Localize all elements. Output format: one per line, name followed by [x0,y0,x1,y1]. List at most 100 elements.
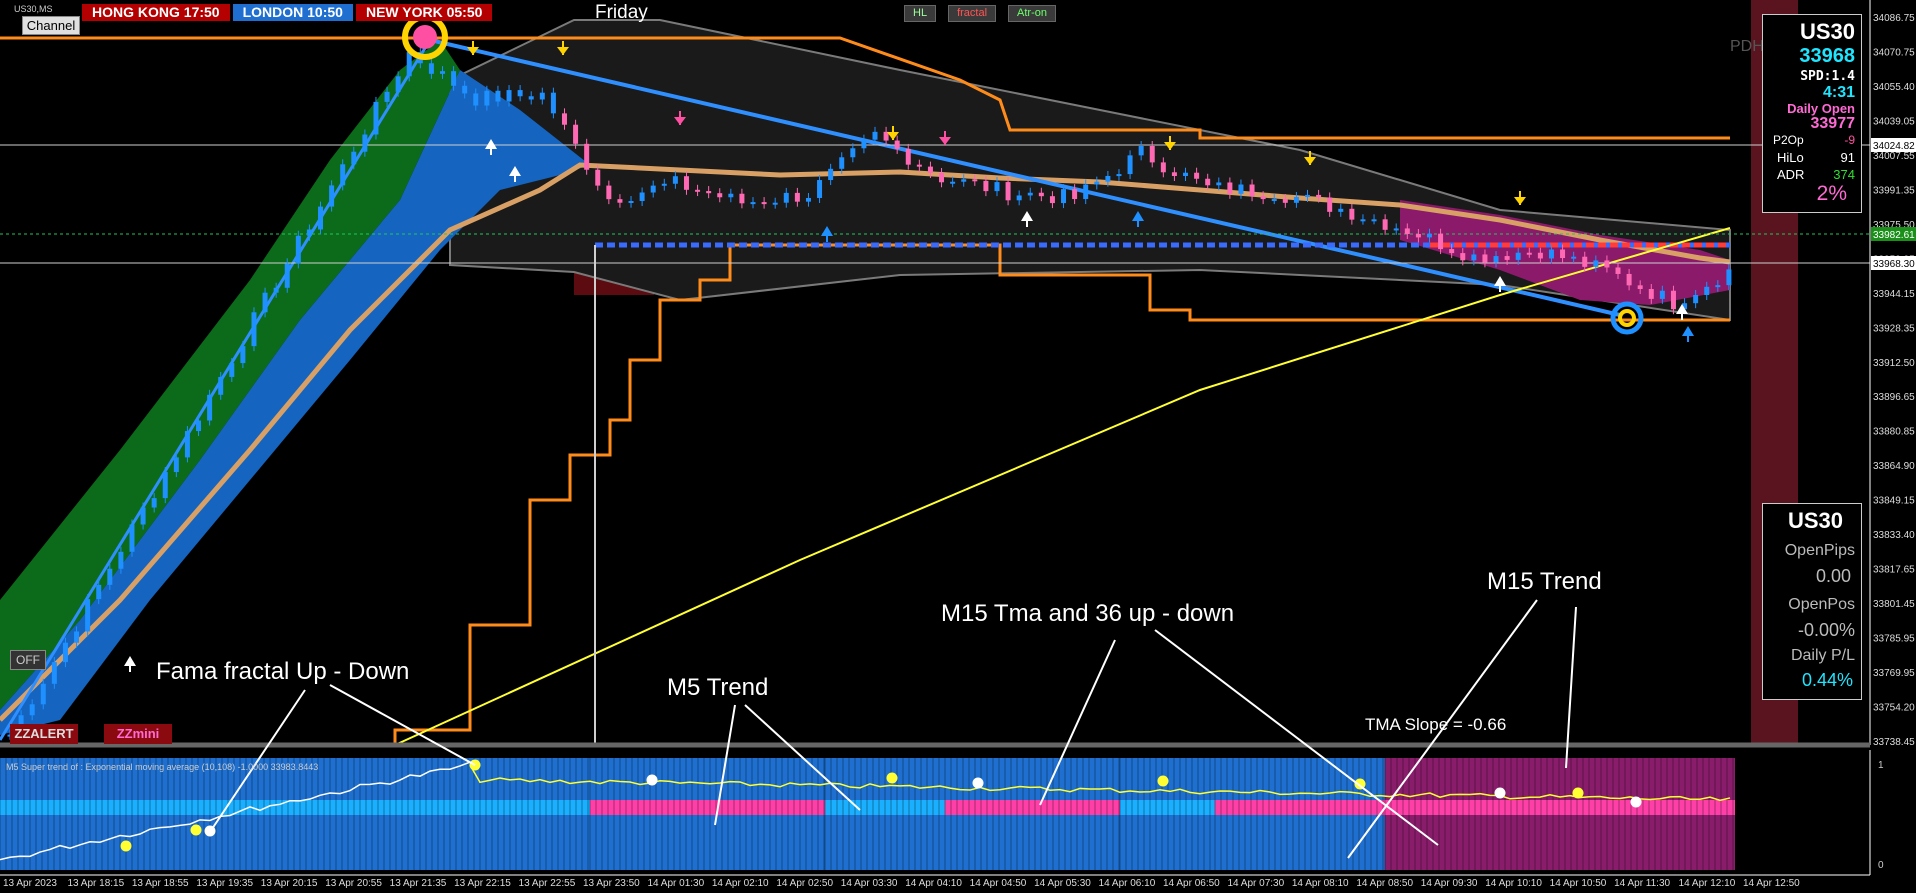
channel-button[interactable]: Channel [22,16,80,35]
candle-body [1426,233,1432,238]
symbol-tag: US30,MS [14,4,53,14]
candle-body [229,363,235,377]
candle-body [1504,256,1510,260]
candle-body [927,166,933,173]
toggle-atr-on[interactable]: Atr-on [1008,5,1056,22]
open-pips-label: OpenPips [1784,542,1855,559]
candle-body [728,193,734,198]
price-tick: 33785.95 [1873,634,1915,645]
candle-body [1293,197,1299,203]
candle-body [772,202,778,205]
open-pos-label: OpenPos [1788,596,1855,613]
off-button[interactable]: OFF [10,650,46,670]
fractal-dot [972,777,984,789]
candle-body [872,131,878,140]
price-tick: 33817.65 [1873,565,1915,576]
sub-scale-bottom: 0 [1878,860,1884,871]
candle-body [1704,286,1710,296]
chart-canvas[interactable]: 34086.75 34070.75 34055.40 34039.05 34007.55… [0,0,1916,893]
candle-body [972,179,978,182]
session-clock-0: HONG KONG 17:50 [82,4,230,21]
candle-body [1027,192,1033,196]
candle-body [151,498,157,508]
candle-body [1382,219,1388,230]
fractal-dot [646,774,658,786]
candle-body [861,139,867,149]
candle-body [1072,189,1078,200]
price-tick: 33944.15 [1873,289,1915,300]
candle-body [96,584,102,600]
price-tag-value: 33982.61 [1873,230,1915,241]
info-hilo-label: HiLo [1777,150,1804,165]
price-tag-value: 33968.30 [1873,259,1915,270]
candle-body [1105,175,1111,182]
time-tick: 13 Apr 18:55 [132,878,189,889]
candle-body [1637,285,1643,290]
candle-body [1094,181,1100,185]
candle-body [1138,146,1144,156]
candle-body [794,192,800,202]
candle-body [162,472,168,499]
toggle-fractal[interactable]: fractal [948,5,997,22]
candle-body [1604,260,1610,268]
price-tick: 34070.75 [1873,47,1915,58]
candle-body [539,92,545,100]
candle-body [1593,260,1599,267]
candle-body [650,185,656,193]
candle-body [1460,253,1466,261]
swing-high-dot [413,25,437,49]
candle-body [1127,155,1133,175]
fractal-dot [886,772,898,784]
candle-body [62,642,68,663]
candle-body [462,85,468,94]
candle-body [129,524,135,552]
candle-body [950,181,956,184]
info-adr: 374 [1833,167,1855,182]
price-tick: 33833.40 [1873,530,1915,541]
candle-body [1693,295,1699,304]
candle-body [828,168,834,181]
info-price: 33968 [1799,45,1855,67]
zzmini-button[interactable]: ZZmini [104,724,172,744]
candle-body [1371,219,1377,222]
price-tick: 33991.35 [1873,185,1915,196]
pips-symbol: US30 [1787,508,1843,533]
candle-body [1160,162,1166,173]
zzalert-button[interactable]: ZZALERT [10,724,78,744]
candle-body [1648,289,1654,299]
price-tick: 33880.85 [1873,427,1915,438]
price-tag-value: 34024.82 [1873,141,1915,152]
candle-body [1515,252,1521,260]
candle-body [351,151,357,165]
candle-body [761,202,767,205]
candle-body [1305,194,1310,198]
candle-body [196,420,202,432]
time-tick: 14 Apr 08:10 [1292,878,1349,889]
open-pos-value: -0.00% [1797,620,1855,640]
info-percent: 2% [1816,182,1847,205]
candle-body [1338,208,1344,212]
time-tick: 14 Apr 07:30 [1227,878,1284,889]
candle-body [1238,184,1244,194]
daily-pl-label: Daily P/L [1790,647,1855,664]
candle-body [683,176,689,190]
candle-body [628,200,634,203]
candle-body [306,229,312,236]
price-tick: 34055.40 [1873,82,1915,93]
candle-body [1726,269,1732,286]
histogram-trend-bar [1385,800,1735,815]
candle-body [1260,196,1266,200]
candle-body [1282,199,1288,203]
candle-body [406,52,412,77]
candle-body [395,76,401,92]
candle-body [805,197,811,202]
time-tick: 14 Apr 03:30 [841,878,898,889]
candle-body [1360,219,1366,222]
candle-body [639,192,645,201]
toggle-hl[interactable]: HL [904,5,937,22]
price-tick: 33928.35 [1873,323,1915,334]
time-tick: 14 Apr 06:10 [1099,878,1156,889]
annotation-m5: M5 Trend [667,674,769,701]
price-tick: 33738.45 [1873,737,1915,748]
candle-body [883,131,889,141]
